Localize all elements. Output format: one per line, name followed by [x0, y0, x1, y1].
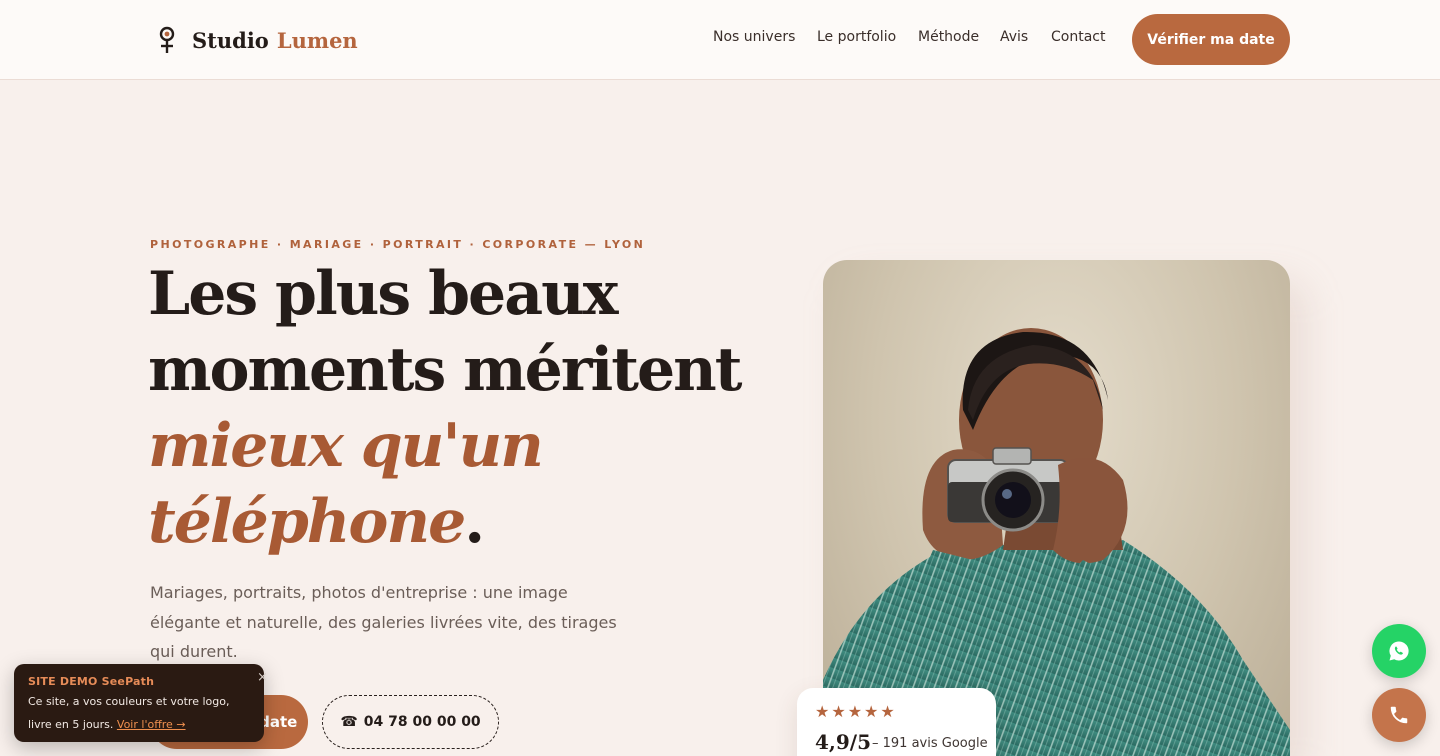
rating-count: – 191 avis Google — [872, 736, 988, 751]
nav-link-contact[interactable]: Contact — [1051, 29, 1105, 45]
phone-icon — [1390, 706, 1408, 724]
hero-title-accent: téléphone — [148, 487, 466, 557]
toast-offer-link[interactable]: Voir l'offre → — [117, 718, 186, 731]
close-icon[interactable]: × — [257, 670, 268, 685]
phone-number: 04 78 00 00 00 — [363, 714, 481, 730]
nav-link-portfolio[interactable]: Le portfolio — [817, 29, 896, 45]
hero-photo — [823, 260, 1290, 756]
phone-button[interactable]: ☎ 04 78 00 00 00 — [322, 695, 499, 749]
check-date-button[interactable]: Vérifier ma date — [1132, 14, 1290, 65]
site-header: Studio Lumen Nos univers Le portfolio Mé… — [0, 0, 1440, 80]
toast-body: Ce site, a vos couleurs et votre logo, l… — [28, 691, 252, 736]
brand-logo[interactable]: Studio Lumen — [156, 26, 358, 54]
phone-glyph-icon: ☎ — [340, 714, 358, 730]
toast-title: SITE DEMO SeePath — [28, 675, 155, 688]
hero-title-dot: . — [464, 487, 485, 557]
demo-toast: SITE DEMO SeePath Ce site, a vos couleur… — [14, 664, 268, 742]
hero-lead: Mariages, portraits, photos d'entreprise… — [150, 583, 617, 661]
whatsapp-icon — [1389, 641, 1409, 661]
brand-name: Studio — [192, 27, 269, 53]
brand-accent: Lumen — [276, 27, 358, 53]
star-icon: ★★★★★ — [815, 702, 897, 721]
photographer-illustration — [823, 328, 1290, 756]
rating-score: 4,9/5 — [815, 730, 872, 754]
nav-link-univers[interactable]: Nos univers — [713, 29, 795, 45]
hero-title-line-2: moments méritent — [148, 335, 742, 405]
hero-title-line-3: mieux qu'un — [148, 411, 544, 481]
call-button[interactable] — [1372, 688, 1426, 742]
nav-link-avis[interactable]: Avis — [1000, 29, 1028, 45]
nav-link-methode[interactable]: Méthode — [918, 29, 979, 45]
hero-title-line-1: Les plus beaux — [148, 259, 618, 329]
hero-title-line-4: téléphone. — [148, 484, 485, 560]
rating-card: ★★★★★ 4,9/5 – 191 avis Google — [797, 688, 996, 756]
logo-icon — [159, 26, 175, 53]
whatsapp-button[interactable] — [1372, 624, 1426, 678]
hero-eyebrow: PHOTOGRAPHE · MARIAGE · PORTRAIT · CORPO… — [150, 238, 646, 251]
